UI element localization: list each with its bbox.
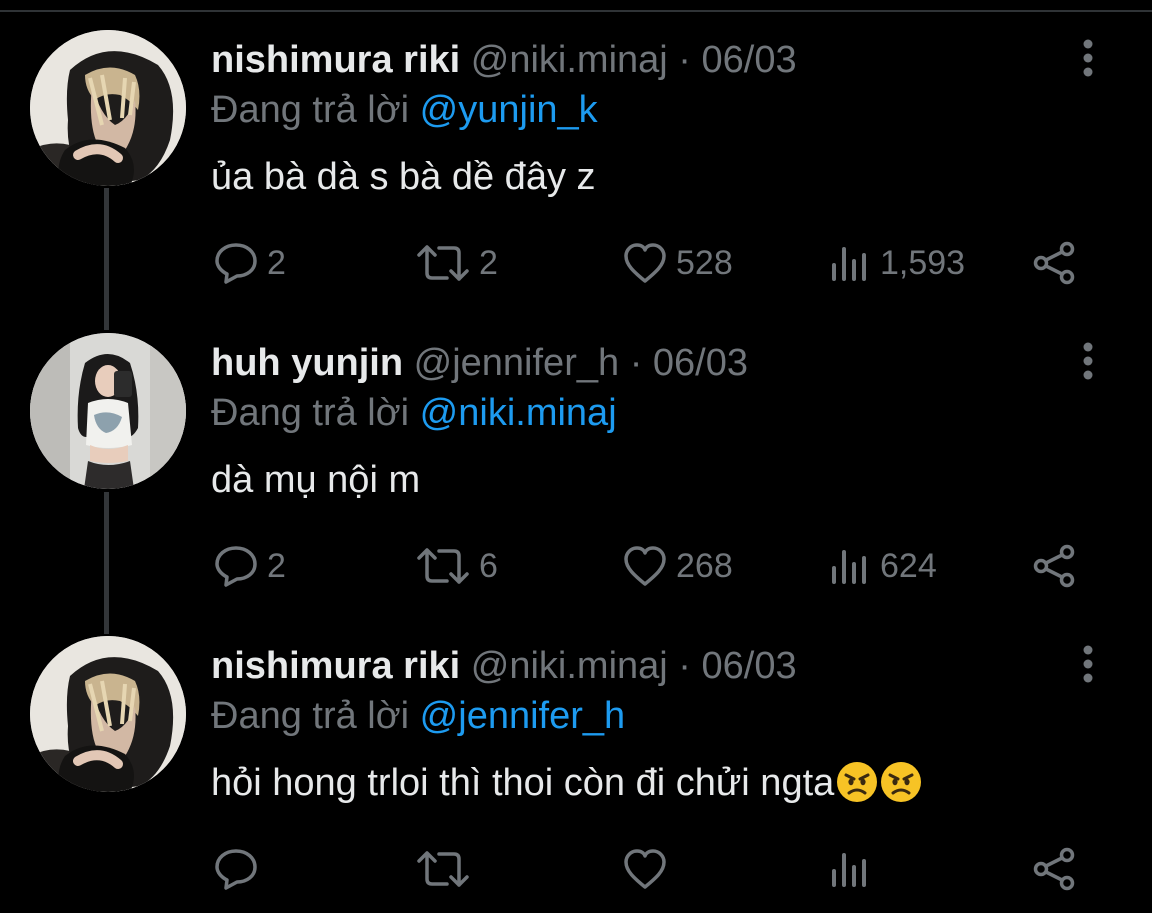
tweet-header: huh yunjin @jennifer_h · 06/03 — [211, 341, 748, 385]
retweet-button[interactable]: 6 — [415, 541, 498, 591]
separator-dot: · — [678, 39, 691, 81]
tweet[interactable]: nishimura riki @niki.minaj · 06/03 Đang … — [0, 606, 1152, 913]
retweet-count: 6 — [479, 546, 498, 585]
retweet-icon — [417, 245, 469, 281]
user-handle[interactable]: @niki.minaj — [471, 39, 668, 81]
share-icon — [1033, 544, 1075, 588]
heart-icon — [624, 546, 666, 586]
share-icon — [1033, 847, 1075, 891]
heart-icon — [624, 243, 666, 283]
reply-context: Đang trả lời @niki.minaj — [211, 391, 617, 435]
tweet-header: nishimura riki @niki.minaj · 06/03 — [211, 38, 797, 82]
tweet-date[interactable]: 06/03 — [702, 645, 797, 687]
share-button[interactable] — [1030, 541, 1078, 591]
reply-count: 2 — [267, 546, 286, 585]
tweet-text-content: hỏi hong trloi thì thoi còn đi chửi ngta — [211, 762, 835, 804]
tweet-header: nishimura riki @niki.minaj · 06/03 — [211, 644, 797, 688]
separator-dot: · — [678, 645, 691, 687]
retweet-button[interactable]: 2 — [415, 238, 498, 288]
tweet-text: dà mụ nội m — [211, 459, 421, 501]
reply-icon — [215, 546, 257, 587]
user-handle[interactable]: @niki.minaj — [471, 645, 668, 687]
like-count: 528 — [676, 243, 733, 282]
action-bar: 2 6 268 624 — [0, 541, 1152, 591]
view-count: 1,593 — [880, 243, 966, 282]
reply-mention[interactable]: @yunjin_k — [420, 89, 598, 131]
retweet-button[interactable] — [415, 844, 471, 894]
tweet[interactable]: nishimura riki @niki.minaj · 06/03 Đang … — [0, 0, 1152, 300]
like-button[interactable] — [622, 844, 668, 894]
tweet[interactable]: huh yunjin @jennifer_h · 06/03 Đang trả … — [0, 303, 1152, 603]
reply-mention[interactable]: @niki.minaj — [420, 392, 617, 434]
reply-button[interactable] — [213, 844, 259, 894]
reply-icon — [215, 243, 257, 284]
reply-button[interactable]: 2 — [213, 238, 286, 288]
tweet-text: ủa bà dà s bà dề đây z — [211, 156, 596, 198]
share-icon — [1033, 241, 1075, 285]
like-button[interactable]: 268 — [622, 541, 733, 591]
more-options-icon[interactable] — [1076, 38, 1100, 78]
share-button[interactable] — [1030, 238, 1078, 288]
display-name[interactable]: huh yunjin — [211, 342, 403, 384]
reply-context: Đang trả lời @jennifer_h — [211, 694, 625, 738]
action-bar: 2 2 528 1,593 — [0, 238, 1152, 288]
tweet-date[interactable]: 06/03 — [653, 342, 748, 384]
display-name[interactable]: nishimura riki — [211, 645, 460, 687]
avatar[interactable] — [30, 30, 186, 186]
like-button[interactable]: 528 — [622, 238, 733, 288]
retweet-icon — [417, 851, 469, 887]
tweet-text: hỏi hong trloi thì thoi còn đi chửi ngta — [211, 761, 922, 805]
reply-label: Đang trả lời — [211, 695, 410, 737]
heart-icon — [624, 849, 666, 889]
views-icon — [832, 853, 866, 887]
views-icon — [832, 247, 866, 281]
retweet-count: 2 — [479, 243, 498, 282]
tweet-date[interactable]: 06/03 — [702, 39, 797, 81]
action-bar — [0, 844, 1152, 894]
separator-dot: · — [629, 342, 643, 384]
view-count: 624 — [880, 546, 937, 585]
retweet-icon — [417, 548, 469, 584]
reply-count: 2 — [267, 243, 286, 282]
more-options-icon[interactable] — [1076, 644, 1100, 684]
reply-icon — [215, 849, 257, 890]
views-button[interactable]: 624 — [828, 541, 937, 591]
angry-face-icon — [881, 762, 922, 802]
reply-context: Đang trả lời @yunjin_k — [211, 88, 598, 132]
views-button[interactable]: 1,593 — [828, 238, 965, 288]
display-name[interactable]: nishimura riki — [211, 39, 460, 81]
reply-button[interactable]: 2 — [213, 541, 286, 591]
user-handle[interactable]: @jennifer_h — [414, 342, 619, 384]
reply-label: Đang trả lời — [211, 392, 410, 434]
views-button[interactable] — [828, 844, 872, 894]
avatar[interactable] — [30, 333, 186, 489]
more-options-icon[interactable] — [1076, 341, 1100, 381]
reply-label: Đang trả lời — [211, 89, 410, 131]
like-count: 268 — [676, 546, 733, 585]
views-icon — [832, 550, 866, 584]
angry-face-icon — [837, 762, 878, 802]
reply-mention[interactable]: @jennifer_h — [420, 695, 625, 737]
avatar[interactable] — [30, 636, 186, 792]
share-button[interactable] — [1030, 844, 1078, 894]
